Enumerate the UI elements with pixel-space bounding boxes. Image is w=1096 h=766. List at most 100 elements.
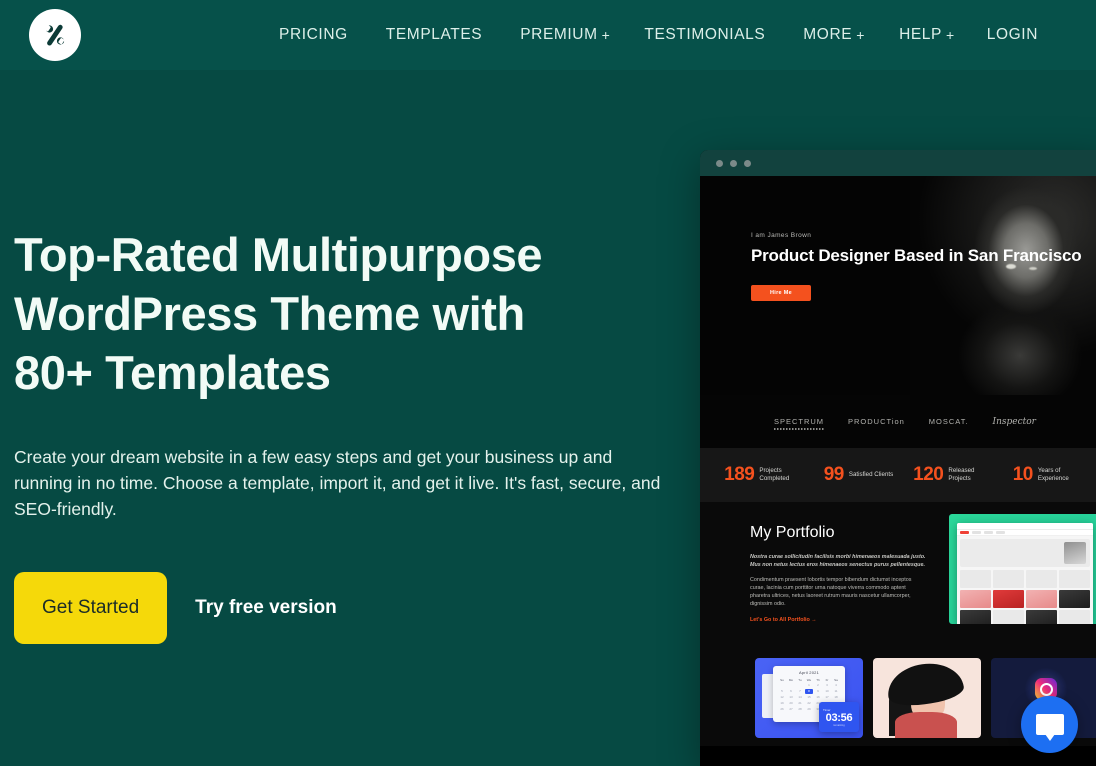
timer-subtext: remaining [833,723,845,727]
calendar-day[interactable] [778,683,786,688]
calendar-day[interactable]: 9 [814,689,822,694]
calendar-day[interactable]: 1 [805,683,813,688]
stat-value: 120 [913,464,944,485]
calendar-day[interactable]: 27 [787,707,795,712]
preview-grid [960,610,1090,624]
cta-row: Get Started Try free version [14,572,694,644]
calendar-day[interactable]: 14 [796,695,804,700]
nav-item-help[interactable]: HELP + [883,26,971,44]
calendar-day[interactable]: 20 [787,701,795,706]
calendar-day[interactable]: 11 [832,689,840,694]
calendar-day[interactable]: 10 [823,689,831,694]
client-logo-production: PRODUCTion [848,417,905,426]
timer-card: Timer 03:56 remaining [819,702,859,732]
nav-label: TESTIMONIALS [644,26,766,43]
calendar-day[interactable]: 22 [805,701,813,706]
nav-item-more[interactable]: MORE + [786,26,882,44]
brand-logo[interactable] [29,9,81,61]
calendar-day[interactable]: 12 [778,695,786,700]
stat-label: Released Projects [948,466,975,483]
hero-subtitle: Create your dream website in a few easy … [14,447,661,519]
preview-chip [960,531,969,534]
illustration-body [895,712,957,738]
window-minimize-icon [730,159,737,167]
timer-value: 03:56 [825,711,853,724]
calendar-day[interactable]: 16 [814,695,822,700]
calendar-month-label: April 2021 [798,670,819,675]
stat-item: 189 Projects Completed [724,464,807,486]
preview-nav [957,530,1093,536]
preview-cell [993,570,1024,588]
calendar-day[interactable]: 3 [823,683,831,688]
stat-label: Years of Experience [1037,466,1069,483]
stat-item: 10 Years of Experience [1013,464,1086,486]
preview-chip [984,531,993,534]
mockup-headline: Product Designer Based in San Francisco [751,246,1082,265]
calendar-day[interactable]: 17 [823,695,831,700]
calendar-day[interactable]: 4 [832,683,840,688]
calendar-day[interactable]: 18 [832,695,840,700]
calendar-day[interactable]: 6 [787,689,795,694]
calendar-day[interactable]: 7 [796,689,804,694]
calendar-day[interactable]: 29 [805,707,813,712]
nav-item-login[interactable]: LOGIN [971,26,1054,44]
calendar-day[interactable]: 8 [805,689,813,694]
nav-item-pricing[interactable]: PRICING [262,26,369,44]
calendar-day[interactable]: 15 [805,695,813,700]
preview-grid [960,590,1090,608]
chat-widget-button[interactable] [1021,696,1078,753]
portfolio-section: My Portfolio Nostra curae sollicitudin f… [700,502,1096,650]
preview-chip [996,531,1005,534]
window-maximize-icon [744,159,751,167]
calendar-day[interactable] [787,683,795,688]
theme-preview-mockup[interactable]: I am James Brown Product Designer Based … [700,150,1096,766]
calendar-day[interactable]: 13 [787,695,795,700]
logo-glyph-icon [44,24,65,46]
stat-label: Satisfied Clients [848,470,894,478]
stat-value: 189 [724,464,755,485]
nav-item-premium[interactable]: PREMIUM + [503,26,627,44]
mockup-hero: I am James Brown Product Designer Based … [700,176,1096,395]
nav-label: TEMPLATES [385,26,483,43]
stats-strip: 189 Projects Completed 99 Satisfied Clie… [700,448,1096,502]
nav-item-testimonials[interactable]: TESTIMONIALS [627,26,786,44]
calendar-day[interactable]: 26 [778,707,786,712]
timer-label: Timer [823,707,831,712]
preview-chip [972,531,981,534]
nav-plus-icon: + [945,27,955,43]
preview-cell [993,590,1024,608]
portfolio-featured-thumbnail[interactable] [949,514,1096,624]
calendar-day[interactable]: 21 [796,701,804,706]
stat-label: Projects Completed [759,466,790,483]
client-logo-moscat: MOSCAT. [928,417,969,426]
preview-cell [1059,610,1090,624]
nav-item-templates[interactable]: TEMPLATES [369,26,503,44]
calendar-day[interactable]: 2 [814,683,822,688]
hero-section: Top-Rated Multipurpose WordPress Theme w… [14,225,694,644]
portfolio-body: Condimentum praesent lobortis tempor bib… [750,577,912,607]
nav-plus-icon: + [856,27,865,43]
preview-cell [1059,590,1090,608]
preview-hero [960,539,1090,567]
calendar-day[interactable]: 19 [778,701,786,706]
nav-plus-icon: + [601,27,611,43]
nav-label: HELP [899,26,942,43]
primary-nav: PRICING TEMPLATES PREMIUM + TESTIMONIALS… [262,0,882,70]
preview-cell [960,610,991,624]
stat-value: 99 [823,464,845,485]
calendar-day[interactable]: 28 [796,707,804,712]
mockup-titlebar [700,150,1096,176]
preview-grid [960,570,1090,588]
client-logo-inspector: Inspector [992,416,1036,427]
hire-me-button[interactable]: Hire Me [751,285,811,301]
calendar-day[interactable]: 5 [778,689,786,694]
preview-cell [993,610,1024,624]
try-free-version-button[interactable]: Try free version [195,597,337,619]
calendar-day[interactable] [796,683,804,688]
portfolio-thumbnail-calendar[interactable]: April 2021 Su Mo Tu We Th Fr Sa 12345678… [755,658,863,738]
get-started-button[interactable]: Get Started [14,572,168,644]
ecommerce-site-preview [957,523,1093,624]
preview-cell [1026,570,1057,588]
preview-topbar [957,523,1093,530]
portfolio-thumbnail-illustration[interactable] [873,658,981,738]
